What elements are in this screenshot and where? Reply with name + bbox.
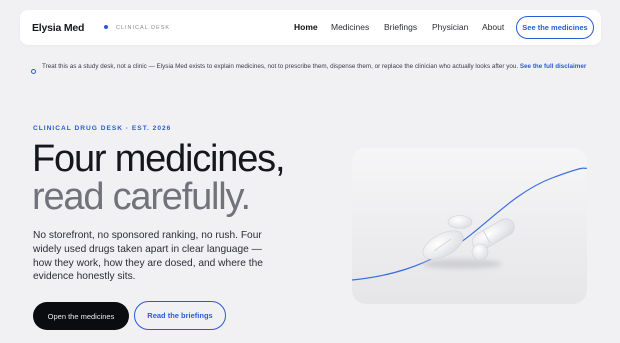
pills-illustration	[352, 167, 587, 281]
small-tablet-icon	[471, 243, 489, 261]
top-navigation: Elysia Med CLINICAL DESK Home Medicines …	[20, 10, 601, 45]
open-medicines-button[interactable]: Open the medicines	[33, 302, 129, 330]
read-briefings-button[interactable]: Read the briefings	[134, 301, 226, 330]
nav-link-physician[interactable]: Physician	[432, 22, 468, 32]
disclaimer-text: Treat this as a study desk, not a clinic…	[42, 63, 519, 70]
see-medicines-button[interactable]: See the medicines	[516, 16, 594, 39]
round-tablet-icon	[447, 215, 473, 229]
nav-link-briefings[interactable]: Briefings	[384, 22, 417, 32]
title-line-2: read carefully.	[32, 176, 251, 218]
disclaimer-notice: Treat this as a study desk, not a clinic…	[31, 62, 592, 74]
page-title: Four medicines, read carefully.	[32, 138, 286, 218]
brand-subtitle: CLINICAL DESK	[116, 24, 171, 31]
nav-link-home[interactable]: Home	[294, 22, 318, 32]
info-icon	[31, 69, 36, 74]
nav-link-medicines[interactable]: Medicines	[331, 22, 369, 32]
hero-pills-image	[352, 148, 587, 304]
hero-eyebrow: CLINICAL DRUG DESK · EST. 2026	[33, 125, 172, 132]
nav-link-about[interactable]: About	[482, 22, 504, 32]
full-disclaimer-link[interactable]: See the full disclaimer	[520, 63, 587, 70]
brand-logo[interactable]: Elysia Med	[32, 22, 84, 34]
hero-description: No storefront, no sponsored ranking, no …	[33, 230, 263, 283]
title-line-1: Four medicines,	[32, 138, 286, 180]
brand-dot-icon	[104, 25, 108, 29]
